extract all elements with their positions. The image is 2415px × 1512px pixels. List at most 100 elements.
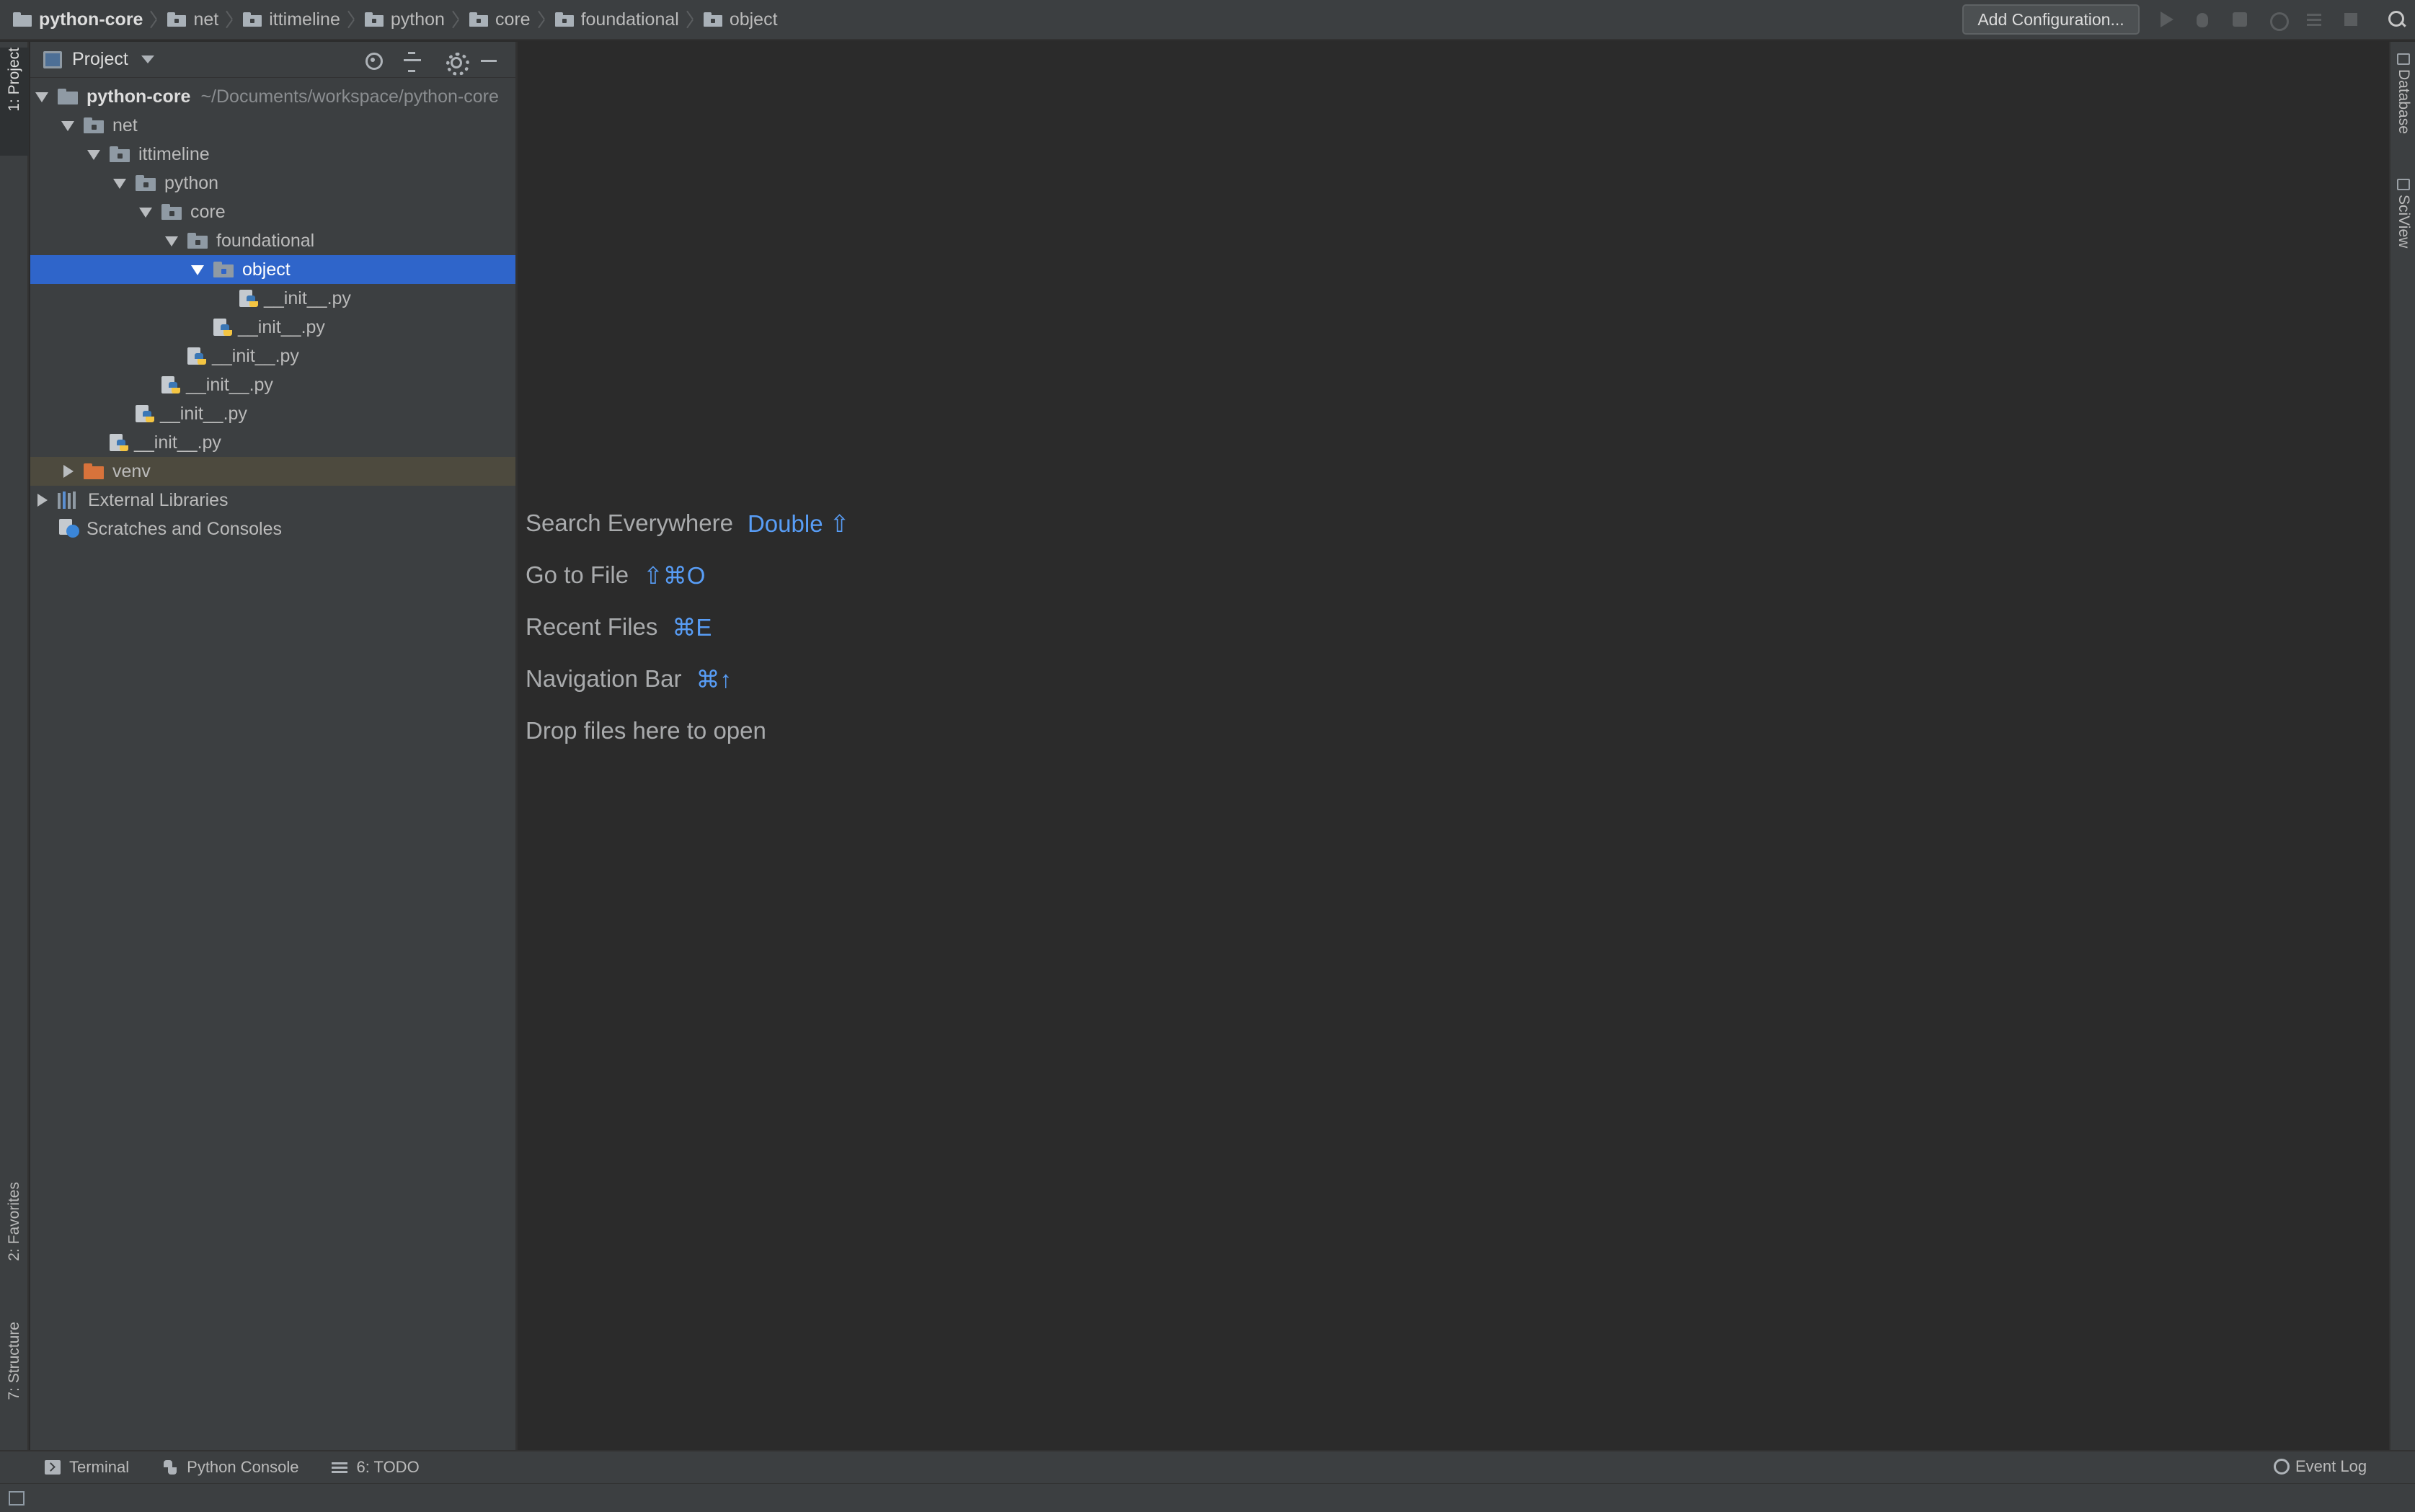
package-icon — [187, 233, 208, 249]
editor-empty-hints: Search Everywhere Double ⇧ Go to File ⇧⌘… — [526, 497, 849, 757]
project-panel-title[interactable]: Project — [72, 49, 128, 70]
scratches-icon — [59, 519, 81, 539]
tab-project[interactable]: 1: Project — [0, 48, 29, 156]
terminal-label: Terminal — [69, 1458, 130, 1476]
collapsed-arrow-icon[interactable] — [59, 463, 76, 480]
breadcrumb-item-python-core[interactable]: python-core — [0, 0, 154, 40]
bottom-tool-bar: Terminal Python Console 6: TODO Event Lo… — [0, 1450, 2415, 1483]
python-file-icon — [136, 404, 156, 424]
tab-database[interactable]: Database — [2390, 53, 2415, 134]
chevron-down-icon[interactable] — [141, 55, 154, 63]
tab-project-label: 1: Project — [6, 48, 22, 112]
breadcrumb-label: net — [193, 9, 219, 30]
package-icon — [554, 12, 574, 27]
python-file-icon — [161, 375, 182, 395]
breadcrumb-item-object[interactable]: object — [691, 0, 778, 40]
chevron-right-icon — [449, 0, 456, 40]
expand-arrow-icon[interactable] — [137, 203, 154, 221]
tree-item-object[interactable]: object — [30, 255, 515, 284]
tree-item-net[interactable]: net — [30, 111, 515, 140]
breadcrumb-item-foundational[interactable]: foundational — [542, 0, 691, 40]
expand-arrow-icon[interactable] — [59, 117, 76, 134]
package-icon — [469, 12, 488, 27]
gear-icon[interactable] — [444, 50, 469, 76]
folder-icon — [58, 89, 78, 104]
collapsed-arrow-icon[interactable] — [33, 492, 50, 509]
tree-item-label: python — [164, 172, 219, 193]
breadcrumb-item-python[interactable]: python — [352, 0, 456, 40]
project-path-hint: ~/Documents/workspace/python-core — [200, 86, 499, 107]
tree-item-init-py[interactable]: __init__.py — [30, 370, 515, 399]
tree-item-label: net — [112, 115, 138, 135]
add-configuration-button[interactable]: Add Configuration... — [1962, 4, 2140, 35]
hint-shortcut: ⇧⌘O — [643, 561, 706, 589]
collapse-all-icon[interactable] — [402, 50, 422, 72]
package-icon — [84, 117, 104, 133]
python-file-icon — [239, 288, 260, 308]
concurrency-icon[interactable] — [2305, 10, 2323, 29]
tree-item-init-py[interactable]: __init__.py — [30, 313, 515, 342]
debug-icon[interactable] — [2193, 10, 2212, 29]
tree-item-init-py[interactable]: __init__.py — [30, 428, 515, 457]
python-console-icon — [162, 1460, 178, 1475]
tab-sciview[interactable]: SciView — [2390, 179, 2415, 248]
todo-button[interactable]: 6: TODO — [332, 1458, 420, 1477]
stop-icon[interactable] — [2341, 10, 2360, 29]
tree-item-label: __init__.py — [160, 403, 247, 424]
expand-arrow-icon[interactable] — [189, 261, 206, 278]
tool-windows-toggle-icon[interactable] — [9, 1491, 25, 1506]
tree-item-init-py[interactable]: __init__.py — [30, 399, 515, 428]
breadcrumb-label: foundational — [580, 9, 679, 30]
expand-arrow-icon[interactable] — [85, 146, 102, 163]
breadcrumb-label: object — [729, 9, 778, 30]
tree-item-scratches[interactable]: Scratches and Consoles — [30, 515, 515, 543]
tree-item-foundational[interactable]: foundational — [30, 226, 515, 255]
tree-item-ittimeline[interactable]: ittimeline — [30, 140, 515, 169]
tab-favorites[interactable]: 2: Favorites — [0, 1182, 29, 1340]
event-log-button[interactable]: Event Log — [2274, 1457, 2367, 1476]
tree-item-label: __init__.py — [212, 345, 299, 366]
tree-item-init-py[interactable]: __init__.py — [30, 284, 515, 313]
python-console-button[interactable]: Python Console — [162, 1458, 298, 1477]
database-icon — [2397, 53, 2410, 65]
hint-shortcut: ⌘↑ — [696, 665, 732, 693]
coverage-icon[interactable] — [2230, 10, 2249, 29]
breadcrumb-label: ittimeline — [269, 9, 340, 30]
breadcrumb-item-ittimeline[interactable]: ittimeline — [230, 0, 352, 40]
tree-item-external-libraries[interactable]: External Libraries — [30, 486, 515, 515]
breadcrumb-label: core — [495, 9, 531, 30]
tab-favorites-label: 2: Favorites — [6, 1182, 22, 1261]
chevron-right-icon — [535, 0, 542, 40]
tree-item-python[interactable]: python — [30, 169, 515, 197]
terminal-button[interactable]: Terminal — [45, 1458, 129, 1477]
expand-arrow-icon[interactable] — [111, 174, 128, 192]
chevron-right-icon — [223, 0, 230, 40]
tab-structure-label: 7: Structure — [6, 1322, 22, 1400]
expand-arrow-icon[interactable] — [163, 232, 180, 249]
tree-item-label: __init__.py — [186, 374, 273, 395]
breadcrumb-label: python — [390, 9, 445, 30]
python-file-icon — [213, 317, 234, 337]
search-icon[interactable] — [2388, 10, 2406, 29]
tree-item-label: External Libraries — [88, 489, 229, 510]
chevron-right-icon — [147, 0, 154, 40]
tree-item-init-py[interactable]: __init__.py — [30, 342, 515, 370]
expand-arrow-icon[interactable] — [33, 88, 50, 105]
breadcrumb-item-core[interactable]: core — [456, 0, 542, 40]
minimize-icon[interactable] — [479, 50, 499, 71]
todo-list-icon — [332, 1460, 348, 1475]
tree-item-python-core[interactable]: python-core ~/Documents/workspace/python… — [30, 82, 515, 111]
chevron-right-icon — [345, 0, 352, 40]
breadcrumb-item-net[interactable]: net — [154, 0, 230, 40]
tree-item-venv[interactable]: venv — [30, 457, 515, 486]
hint-shortcut: ⌘E — [672, 613, 712, 641]
tree-item-label: core — [190, 201, 226, 222]
locate-icon[interactable] — [363, 50, 384, 71]
tree-item-label: python-core — [87, 86, 191, 107]
run-icon[interactable] — [2157, 10, 2176, 29]
package-icon — [136, 175, 156, 191]
project-tool-window: Project python-core ~/Documents/workspac… — [30, 42, 518, 1450]
left-tool-strip: 1: Project 2: Favorites 7: Structure — [0, 42, 29, 1450]
profile-icon[interactable] — [2268, 10, 2289, 31]
tree-item-core[interactable]: core — [30, 197, 515, 226]
